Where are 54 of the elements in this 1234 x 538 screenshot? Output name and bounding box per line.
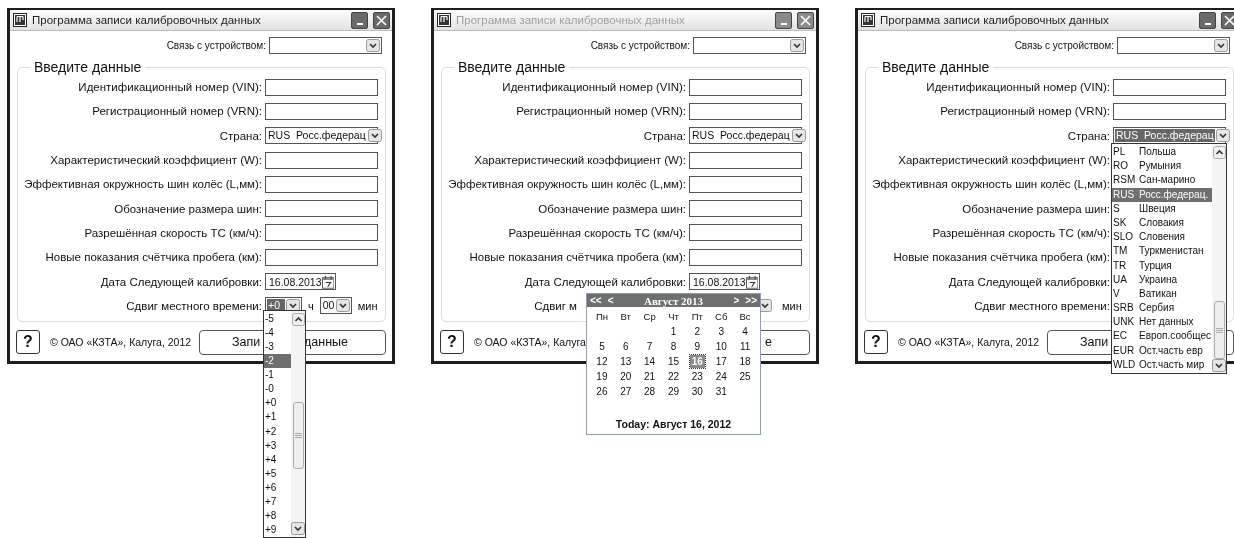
window-title: Программа записи калибровочных данных: [880, 14, 1110, 26]
field-label: Дата Следующей калибровки:: [524, 275, 686, 288]
unit-label: мин: [782, 299, 802, 312]
field-label: Новые показания счётчика пробега (км):: [893, 251, 1110, 264]
group-title: Введите данные: [33, 59, 143, 75]
field-label: Связь с устройством:: [1014, 40, 1114, 51]
field-label: Обозначение размера шин:: [114, 202, 262, 215]
unit-label: мин: [357, 299, 378, 312]
field-label: Характеристический коэффициент (W):: [50, 154, 262, 167]
weekday-label: Пн: [595, 311, 608, 322]
field-label: Сдвиг местного времени:: [126, 299, 262, 312]
field-label: Разрешённая скорость ТС (км/ч):: [932, 226, 1110, 239]
field-label: Страна:: [643, 129, 686, 142]
field-label: Характеристический коэффициент (W):: [474, 154, 686, 167]
field-label: Регистрационный номер (VRN):: [92, 105, 262, 118]
weekday-label: Чт: [668, 311, 679, 322]
field-label: Характеристический коэффициент (W):: [898, 154, 1110, 167]
weekday-label: Ср: [643, 311, 656, 322]
copyright-text: © ОАО «КЗТА», Калуга, 2012: [898, 336, 1040, 349]
field-label: Связь с устройством:: [590, 40, 690, 51]
field-label: Разрешённая скорость ТС (км/ч):: [508, 226, 686, 239]
copyright-text: © ОАО «КЗТА», Калуга,: [474, 336, 589, 349]
field-label: Обозначение размера шин:: [538, 202, 686, 215]
weekday-label: Пт: [691, 311, 703, 322]
group-title: Введите данные: [881, 59, 991, 75]
field-label: Дата Следующей калибровки:: [948, 275, 1110, 288]
field-label: Регистрационный номер (VRN):: [940, 105, 1110, 118]
weekday-label: Сб: [715, 311, 728, 322]
field-label: Эффективная окружность шин колёс (L,мм):: [872, 178, 1110, 191]
field-label: Разрешённая скорость ТС (км/ч):: [84, 226, 262, 239]
window-title: Программа записи калибровочных данных: [32, 14, 262, 26]
unit-label: ч: [308, 299, 314, 312]
field-label: Обозначение размера шин:: [962, 202, 1110, 215]
window-title: Программа записи калибровочных данных: [456, 14, 686, 26]
field-label: Идентификационный номер (VIN):: [78, 81, 262, 94]
today-label: Today: Август 16, 2012: [614, 418, 733, 432]
field-label: Сдвиг м: [534, 299, 577, 312]
field-label: Страна:: [1067, 129, 1110, 142]
month-title: Август 2013: [643, 294, 704, 307]
copyright-text: © ОАО «КЗТА», Калуга, 2012: [50, 336, 192, 349]
field-label: Идентификационный номер (VIN):: [926, 81, 1110, 94]
field-label: Дата Следующей калибровки:: [100, 275, 262, 288]
field-label: Новые показания счётчика пробега (км):: [469, 251, 686, 264]
field-label: Эффективная окружность шин колёс (L,мм):: [448, 178, 686, 191]
group-title: Введите данные: [457, 59, 567, 75]
field-label: Новые показания счётчика пробега (км):: [45, 251, 262, 264]
weekday-label: Вт: [620, 311, 631, 322]
field-label: Регистрационный номер (VRN):: [516, 105, 686, 118]
weekday-label: Вс: [739, 311, 751, 322]
field-label: Эффективная окружность шин колёс (L,мм):: [24, 178, 262, 191]
field-label: Связь с устройством:: [166, 40, 266, 51]
field-label: Сдвиг местного времени:: [974, 299, 1110, 312]
field-label: Страна:: [219, 129, 262, 142]
field-label: Идентификационный номер (VIN):: [502, 81, 686, 94]
